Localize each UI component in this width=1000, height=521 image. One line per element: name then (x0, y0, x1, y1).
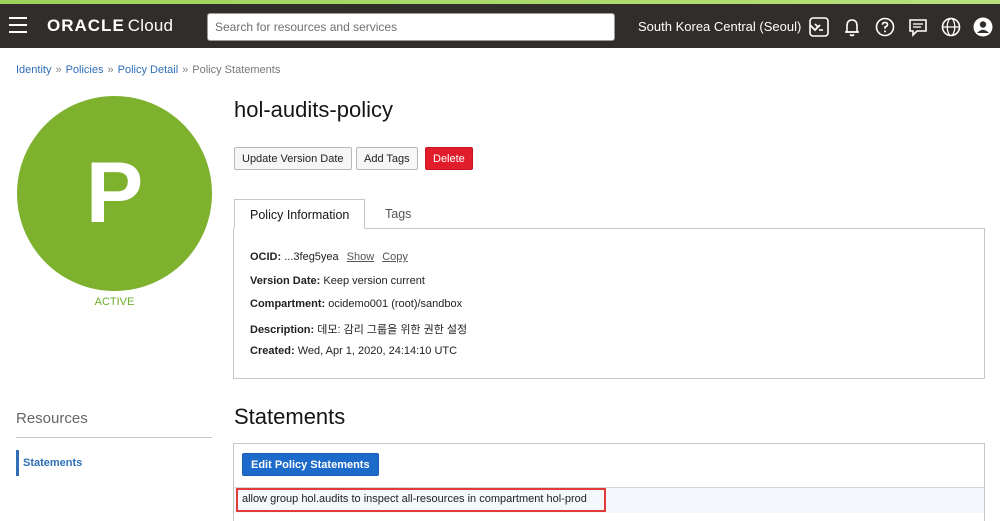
globe-language-icon[interactable] (940, 16, 962, 38)
policy-avatar: P (17, 96, 212, 291)
compartment-label: Compartment: (250, 298, 326, 310)
policy-information-panel: OCID: ...3feg5yea Show Copy Version Date: … (233, 228, 985, 379)
breadcrumb-current: Policy Statements (192, 64, 281, 76)
user-profile-icon[interactable] (972, 16, 994, 38)
ocid-row: OCID: ...3feg5yea Show Copy (250, 251, 408, 263)
ocid-label: OCID: (250, 251, 282, 263)
help-icon[interactable] (874, 16, 896, 38)
tab-tags[interactable]: Tags (370, 199, 426, 229)
compartment-value: ocidemo001 (root)/sandbox (328, 298, 463, 310)
tab-policy-information[interactable]: Policy Information (234, 199, 366, 229)
created-row: Created: Wed, Apr 1, 2020, 24:14:10 UTC (250, 345, 457, 357)
edit-policy-statements-button[interactable]: Edit Policy Statements (242, 453, 379, 476)
page-title: hol-audits-policy (234, 97, 393, 122)
ocid-value: ...3feg5yea (284, 251, 339, 263)
resources-item-statements[interactable]: Statements (16, 450, 82, 476)
description-row: Description: 데모: 감리 그룹을 위한 권한 설정 (250, 321, 467, 337)
top-navigation-bar: ORACLECloud South Korea Central (Seoul) (0, 4, 1000, 48)
notifications-bell-icon[interactable] (841, 16, 863, 38)
statements-heading: Statements (234, 404, 346, 429)
ocid-copy-link[interactable]: Copy (382, 251, 408, 263)
created-value: Wed, Apr 1, 2020, 24:14:10 UTC (297, 345, 458, 357)
search-input[interactable] (207, 13, 615, 41)
add-tags-button[interactable]: Add Tags (356, 147, 418, 170)
region-label: South Korea Central (Seoul) (638, 19, 802, 34)
region-selector[interactable]: South Korea Central (Seoul) (638, 19, 821, 34)
logo-brand: ORACLE (47, 16, 125, 35)
feedback-chat-icon[interactable] (907, 16, 929, 38)
cloud-shell-icon[interactable] (808, 16, 830, 38)
description-label: Description: (250, 324, 315, 336)
version-date-row: Version Date: Keep version current (250, 275, 425, 287)
breadcrumb: Identity» Policies» Policy Detail» Policy S… (16, 64, 280, 76)
status-label: ACTIVE (94, 296, 135, 308)
resources-divider (16, 437, 212, 438)
breadcrumb-separator: » (107, 64, 114, 76)
delete-button[interactable]: Delete (425, 147, 473, 170)
breadcrumb-separator: » (55, 64, 62, 76)
breadcrumb-policies[interactable]: Policies (66, 64, 104, 76)
resources-heading: Resources (16, 410, 88, 427)
version-date-label: Version Date: (250, 275, 321, 287)
description-value: 데모: 감리 그룹을 위한 권한 설정 (317, 324, 468, 336)
breadcrumb-policy-detail[interactable]: Policy Detail (118, 64, 179, 76)
breadcrumb-separator: » (182, 64, 189, 76)
logo-product: Cloud (127, 16, 174, 35)
compartment-row: Compartment: ocidemo001 (root)/sandbox (250, 298, 462, 310)
created-label: Created: (250, 345, 295, 357)
statement-highlight-box (236, 488, 606, 512)
breadcrumb-identity[interactable]: Identity (16, 64, 51, 76)
avatar-letter: P (85, 145, 144, 241)
oracle-cloud-logo[interactable]: ORACLE Cloud (47, 16, 173, 36)
version-date-value: Keep version current (323, 275, 425, 287)
menu-icon[interactable] (9, 17, 27, 33)
update-version-date-button[interactable]: Update Version Date (234, 147, 352, 170)
ocid-show-link[interactable]: Show (347, 251, 375, 263)
